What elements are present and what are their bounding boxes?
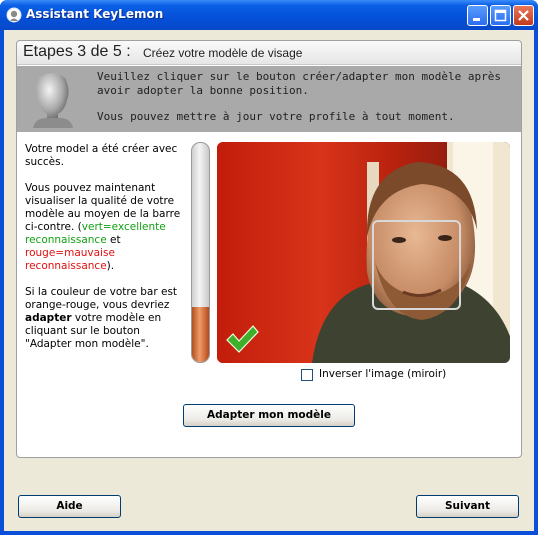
- minimize-button[interactable]: [467, 5, 488, 26]
- maximize-icon: [494, 9, 507, 22]
- checkmark-icon: [226, 325, 259, 353]
- info-banner: Veuillez cliquer sur le bouton créer/ada…: [17, 66, 521, 132]
- legend-red: rouge=mauvaise reconnaissance: [25, 247, 115, 272]
- keylemon-icon: [6, 7, 22, 23]
- instruction-quality-mid: et: [106, 234, 121, 246]
- quality-bar: [191, 142, 210, 363]
- face-detection-box: [372, 220, 461, 310]
- instruction-quality-end: ).: [106, 260, 115, 272]
- instruction-success: Votre model a été créer avec succès.: [25, 143, 178, 168]
- minimize-icon: [473, 18, 480, 21]
- instruction-adapt: Si la couleur de votre bar est orange-ro…: [25, 286, 183, 351]
- maximize-button[interactable]: [490, 5, 511, 26]
- quality-fill: [192, 307, 209, 362]
- window-title: Assistant KeyLemon: [26, 7, 164, 21]
- step-title: Etapes 3 de 5 :: [23, 43, 131, 60]
- wizard-panel: Etapes 3 de 5 : Créez votre modèle de vi…: [16, 40, 522, 458]
- help-button[interactable]: Aide: [18, 495, 121, 518]
- instruction-quality: Vous pouvez maintenant visualiser la qua…: [25, 182, 183, 273]
- camera-preview: [217, 142, 510, 363]
- mirror-checkbox[interactable]: [301, 369, 313, 381]
- banner-line-1: Veuillez cliquer sur le bouton créer/ada…: [97, 70, 501, 97]
- step-subtitle: Créez votre modèle de visage: [143, 46, 303, 60]
- instructions: Votre model a été créer avec succès. Vou…: [25, 143, 183, 351]
- head-model-icon: [33, 73, 73, 128]
- title-bar[interactable]: Assistant KeyLemon: [0, 0, 538, 30]
- next-button[interactable]: Suivant: [416, 495, 519, 518]
- client-area: Etapes 3 de 5 : Créez votre modèle de vi…: [4, 30, 534, 531]
- instruction-adapt-text: Si la couleur de votre bar est orange-ro…: [25, 286, 178, 311]
- app-window: Assistant KeyLemon Etapes 3 de 5 : Créez…: [0, 0, 538, 535]
- instruction-adapt-bold: adapter: [25, 312, 72, 324]
- mirror-label[interactable]: Inverser l'image (miroir): [319, 368, 446, 380]
- step-header: Etapes 3 de 5 : Créez votre modèle de vi…: [17, 41, 521, 65]
- banner-line-2: Vous pouvez mettre à jour votre profile …: [97, 110, 455, 123]
- close-button[interactable]: [513, 5, 534, 26]
- webcam-image: [217, 142, 510, 363]
- close-icon: [518, 10, 529, 21]
- adapt-model-button[interactable]: Adapter mon modèle: [183, 404, 355, 427]
- banner-text: Veuillez cliquer sur le bouton créer/ada…: [97, 70, 517, 124]
